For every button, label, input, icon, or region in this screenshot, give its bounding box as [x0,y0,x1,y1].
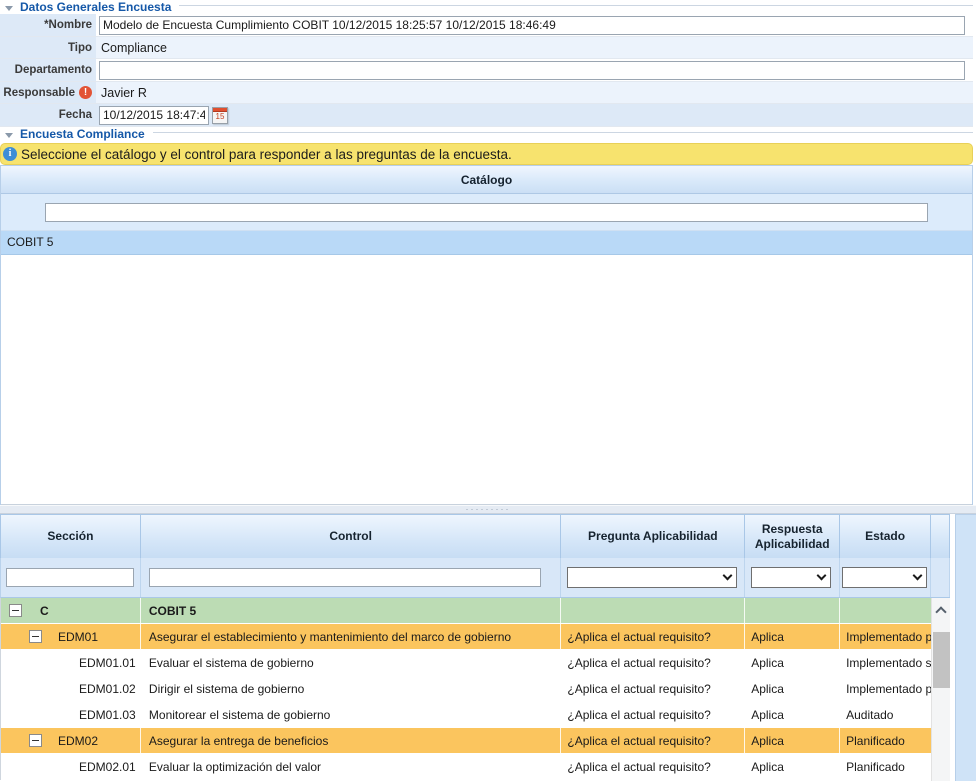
column-header-respuesta[interactable]: Respuesta Aplicabilidad [745,515,840,558]
grid-body: C COBIT 5 EDM01 Asegurar el establecimie… [0,598,931,780]
splitter-grip-icon: ········· [466,507,511,512]
scroll-up-button[interactable] [932,598,950,620]
section-title-encuesta: Encuesta Compliance [20,127,145,141]
form-row-responsable: Responsable ! Javier R [0,82,973,104]
collapse-minus-icon[interactable] [9,604,22,617]
nombre-input[interactable] [99,16,965,35]
column-header-filler [931,515,950,558]
column-header-estado[interactable]: Estado [840,515,931,558]
collapse-minus-icon[interactable] [29,630,42,643]
catalogo-filter-input[interactable] [45,203,928,222]
catalogo-item-cobit5[interactable]: COBIT 5 [1,231,972,255]
grid-filter-row [0,558,950,598]
catalogo-filter-bar [1,194,972,231]
controls-grid: Sección Control Pregunta Aplicabilidad R… [0,514,976,780]
fecha-input[interactable] [99,106,209,125]
table-row[interactable]: EDM02 Asegurar la entrega de beneficios … [1,728,931,754]
filter-respuesta-select[interactable] [751,567,831,588]
filter-pregunta-select[interactable] [567,567,737,588]
catalogo-empty-area [1,255,972,505]
form-row-fecha: Fecha 15 [0,104,973,127]
form-row-nombre: *Nombre [0,14,973,37]
table-row[interactable]: EDM01.01 Evaluar el sistema de gobierno … [1,650,931,676]
column-header-control[interactable]: Control [141,515,562,558]
filter-estado-select[interactable] [842,567,927,588]
catalogo-header: Catálogo [1,165,972,194]
chevron-down-icon [817,571,827,581]
column-header-pregunta[interactable]: Pregunta Aplicabilidad [561,515,745,558]
scrollbar-thumb[interactable] [933,632,950,688]
chevron-up-icon [935,606,946,617]
collapse-triangle-icon[interactable] [5,133,13,138]
section-rule [153,132,973,133]
collapse-minus-icon[interactable] [29,734,42,747]
table-row[interactable]: EDM01.02 Dirigir el sistema de gobierno … [1,676,931,702]
responsable-label: Responsable ! [0,82,96,103]
section-title-datos: Datos Generales Encuesta [20,0,171,14]
required-warning-icon: ! [79,86,92,99]
chevron-down-icon [723,571,733,581]
responsable-value: Javier R [99,86,147,100]
tipo-label: Tipo [0,37,96,58]
table-row[interactable]: C COBIT 5 [1,598,931,624]
panel-splitter[interactable]: ········· [0,505,976,514]
info-banner-text: Seleccione el catálogo y el control para… [21,147,512,162]
calendar-day: 15 [213,112,227,123]
vertical-scrollbar[interactable] [931,598,950,781]
info-icon: i [3,147,17,161]
table-row[interactable]: EDM01 Asegurar el establecimiento y mant… [1,624,931,650]
departamento-label: Departamento [0,59,96,81]
form-row-departamento: Departamento [0,59,973,82]
tipo-value: Compliance [99,41,167,55]
departamento-input[interactable] [99,61,965,80]
calendar-icon[interactable]: 15 [212,107,228,124]
section-rule [179,5,973,6]
table-row[interactable]: EDM01.03 Monitorear el sistema de gobier… [1,702,931,728]
datos-generales-form: *Nombre Tipo Compliance Departamento Res… [0,14,973,127]
filter-seccion-input[interactable] [6,568,134,587]
right-side-panel [955,514,976,781]
datos-generales-section-header: Datos Generales Encuesta [0,0,976,14]
nombre-label: *Nombre [0,14,96,36]
table-row[interactable]: EDM02.01 Evaluar la optimización del val… [1,754,931,780]
form-row-tipo: Tipo Compliance [0,37,973,59]
info-banner: i Seleccione el catálogo y el control pa… [0,143,973,165]
chevron-down-icon [913,571,923,581]
encuesta-compliance-section-header: Encuesta Compliance [0,127,976,141]
fecha-label: Fecha [0,104,96,126]
catalogo-panel: Catálogo COBIT 5 [0,165,973,505]
filter-control-input[interactable] [149,568,541,587]
grid-header-row: Sección Control Pregunta Aplicabilidad R… [0,514,950,558]
collapse-triangle-icon[interactable] [5,6,13,11]
column-header-seccion[interactable]: Sección [1,515,141,558]
